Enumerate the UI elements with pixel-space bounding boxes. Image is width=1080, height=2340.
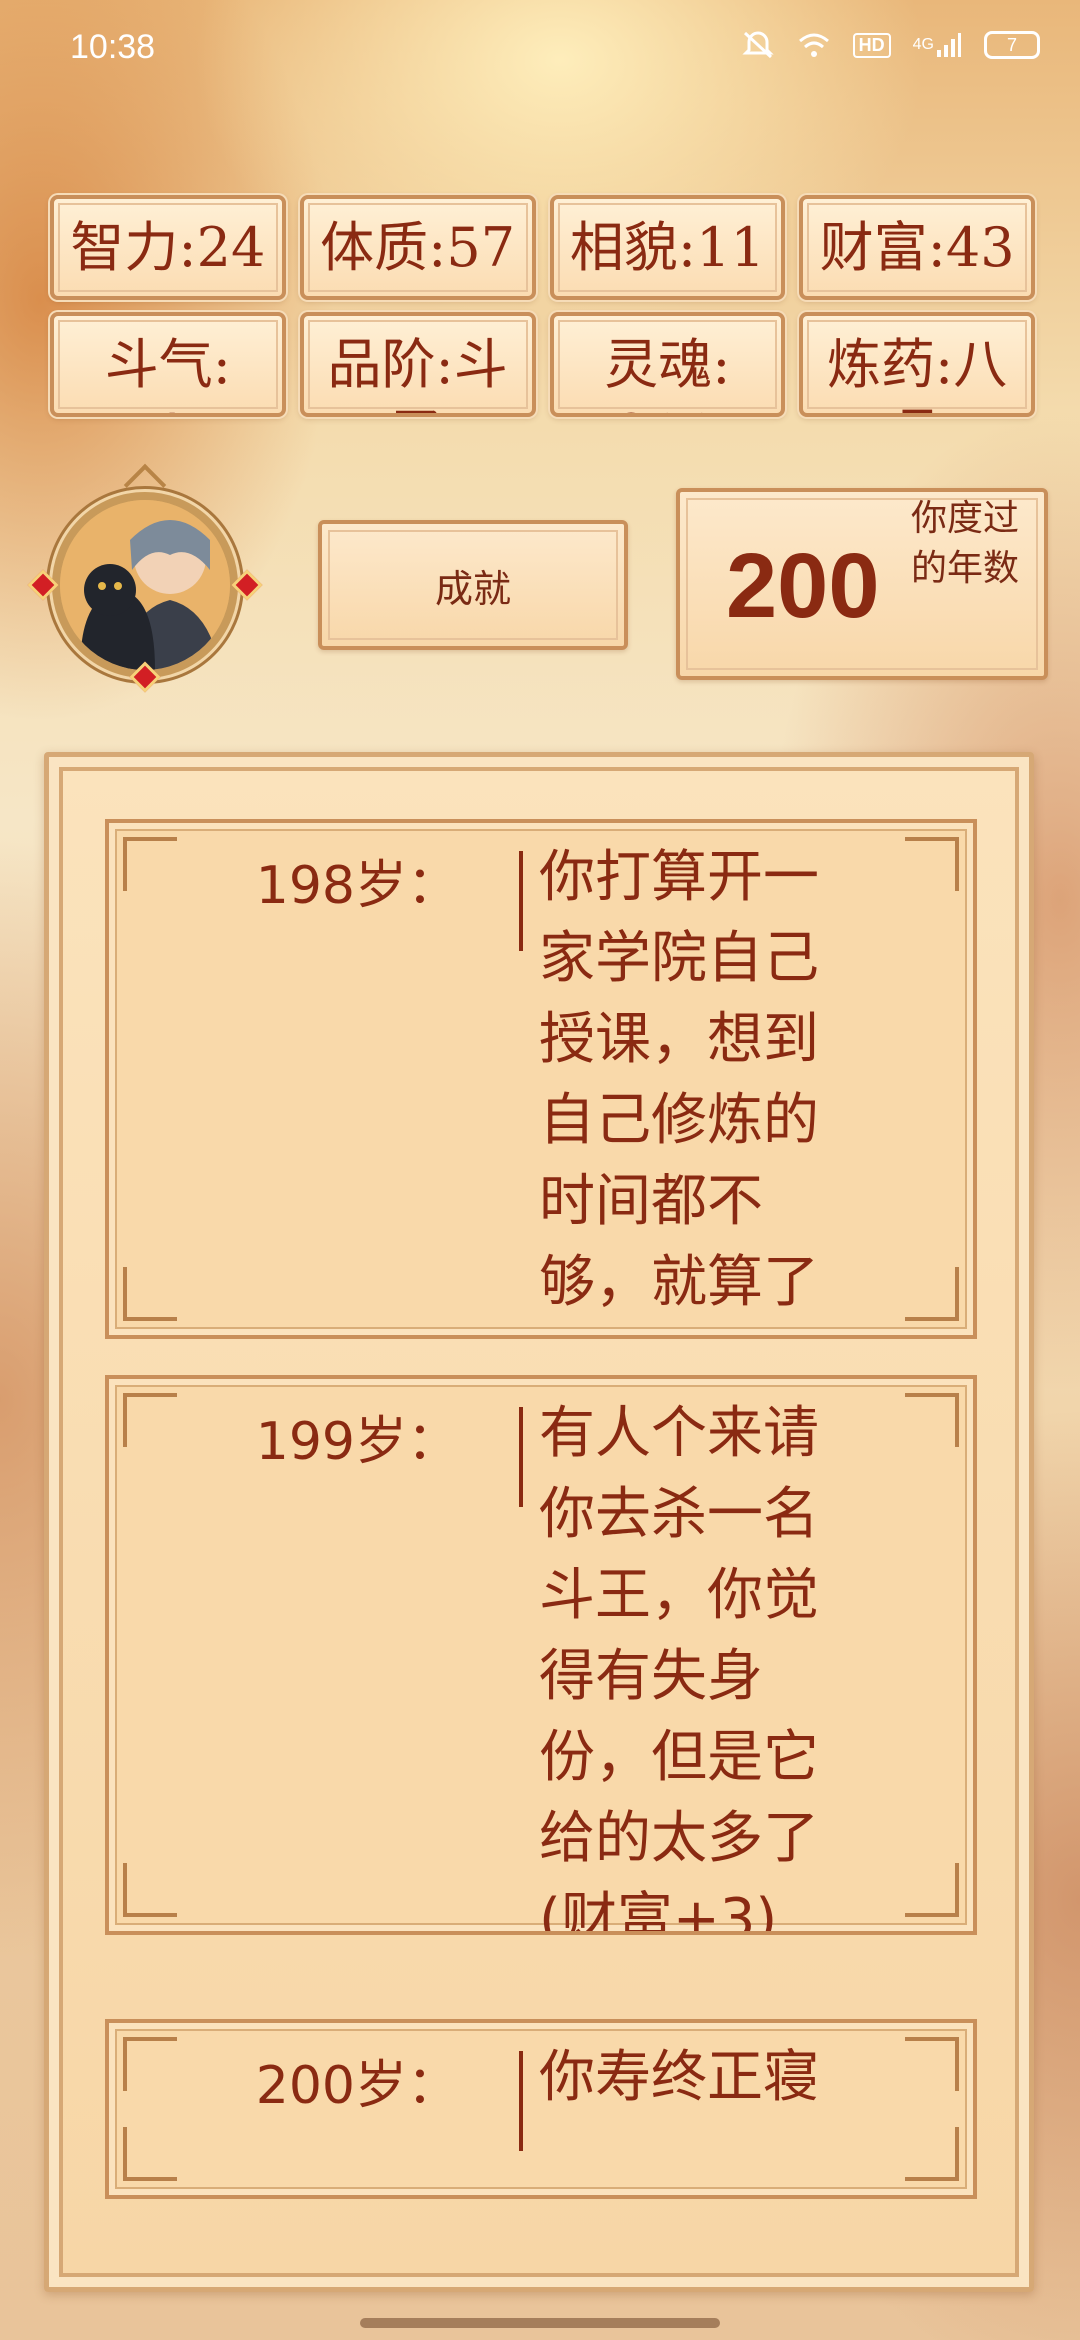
signal-icon: 4G bbox=[913, 32, 962, 58]
event-entry: 200岁： 你寿终正寝 bbox=[105, 2019, 977, 2199]
stat-label: 体质:57 bbox=[320, 215, 516, 279]
stat-label: 品阶:斗圣 bbox=[327, 333, 508, 413]
corner-ornament bbox=[123, 2127, 177, 2181]
event-entry: 199岁： 有人个来请你去杀一名斗王，你觉得有失身份，但是它给的太多了(财富+3… bbox=[105, 1375, 977, 1935]
event-text: 有人个来请你去杀一名斗王，你觉得有失身份，但是它给的太多了(财富+3) bbox=[539, 1401, 819, 1935]
corner-ornament bbox=[905, 837, 959, 891]
avatar[interactable] bbox=[27, 463, 263, 700]
status-bar: 10:38 HD 4G 7 bbox=[0, 0, 1080, 96]
event-log-panel[interactable]: 198岁： 你打算开一家学院自己授课，想到自己修炼的时间都不够，就算了 199岁… bbox=[44, 752, 1034, 2292]
hd-icon: HD bbox=[852, 32, 891, 58]
battery-icon: 7 bbox=[984, 31, 1040, 59]
stats-row-2: 斗气:545 品阶:斗圣 灵魂:200 炼药:八品 bbox=[50, 312, 1035, 417]
corner-ornament bbox=[905, 2127, 959, 2181]
home-indicator[interactable] bbox=[360, 2318, 720, 2328]
network-label: 4G bbox=[912, 36, 934, 53]
corner-ornament bbox=[123, 1267, 177, 1321]
stats-row-1: 智力:24 体质:57 相貌:11 财富:43 bbox=[50, 195, 1035, 300]
event-age: 198岁： bbox=[255, 856, 459, 916]
mute-icon bbox=[741, 30, 775, 60]
event-age: 199岁： bbox=[255, 1412, 459, 1472]
status-icons: HD 4G 7 bbox=[741, 30, 1040, 60]
stat-alchemy: 炼药:八品 bbox=[799, 312, 1035, 417]
wifi-icon bbox=[797, 31, 831, 59]
years-lived-label: 你度过的年数 bbox=[910, 498, 1019, 589]
corner-ornament bbox=[123, 1863, 177, 1917]
event-age: 200岁： bbox=[255, 2056, 459, 2116]
stat-label: 相貌:11 bbox=[569, 215, 765, 279]
stat-soul: 灵魂:200 bbox=[549, 312, 786, 417]
years-lived-value: 200 bbox=[726, 535, 880, 637]
corner-ornament bbox=[905, 1393, 959, 1447]
event-entry: 198岁： 你打算开一家学院自己授课，想到自己修炼的时间都不够，就算了 bbox=[105, 819, 977, 1339]
stat-label: 炼药:八品 bbox=[827, 333, 1008, 413]
event-divider bbox=[519, 1407, 523, 1507]
corner-ornament bbox=[905, 1267, 959, 1321]
stat-label: 智力:24 bbox=[70, 215, 266, 279]
stat-label: 财富:43 bbox=[819, 215, 1015, 279]
event-divider bbox=[519, 851, 523, 951]
stat-wealth: 财富:43 bbox=[799, 195, 1035, 300]
avatar-portrait bbox=[52, 492, 238, 678]
years-lived-box: 200 你度过的年数 bbox=[676, 488, 1048, 680]
stat-intelligence: 智力:24 bbox=[50, 195, 286, 300]
status-time: 10:38 bbox=[70, 28, 156, 66]
event-text: 你打算开一家学院自己授课，想到自己修炼的时间都不够，就算了 bbox=[539, 845, 819, 1315]
event-text: 你寿终正寝 bbox=[539, 2045, 819, 2110]
achievement-button[interactable]: 成就 bbox=[318, 520, 628, 650]
corner-ornament bbox=[905, 2037, 959, 2091]
stat-constitution: 体质:57 bbox=[299, 195, 536, 300]
stat-appearance: 相貌:11 bbox=[549, 195, 786, 300]
stat-label: 灵魂:200 bbox=[604, 333, 731, 413]
event-divider bbox=[519, 2051, 523, 2151]
stat-rank: 品阶:斗圣 bbox=[299, 312, 536, 417]
stat-label: 斗气:545 bbox=[104, 333, 231, 413]
corner-ornament bbox=[905, 1863, 959, 1917]
stat-douqi: 斗气:545 bbox=[50, 312, 286, 417]
